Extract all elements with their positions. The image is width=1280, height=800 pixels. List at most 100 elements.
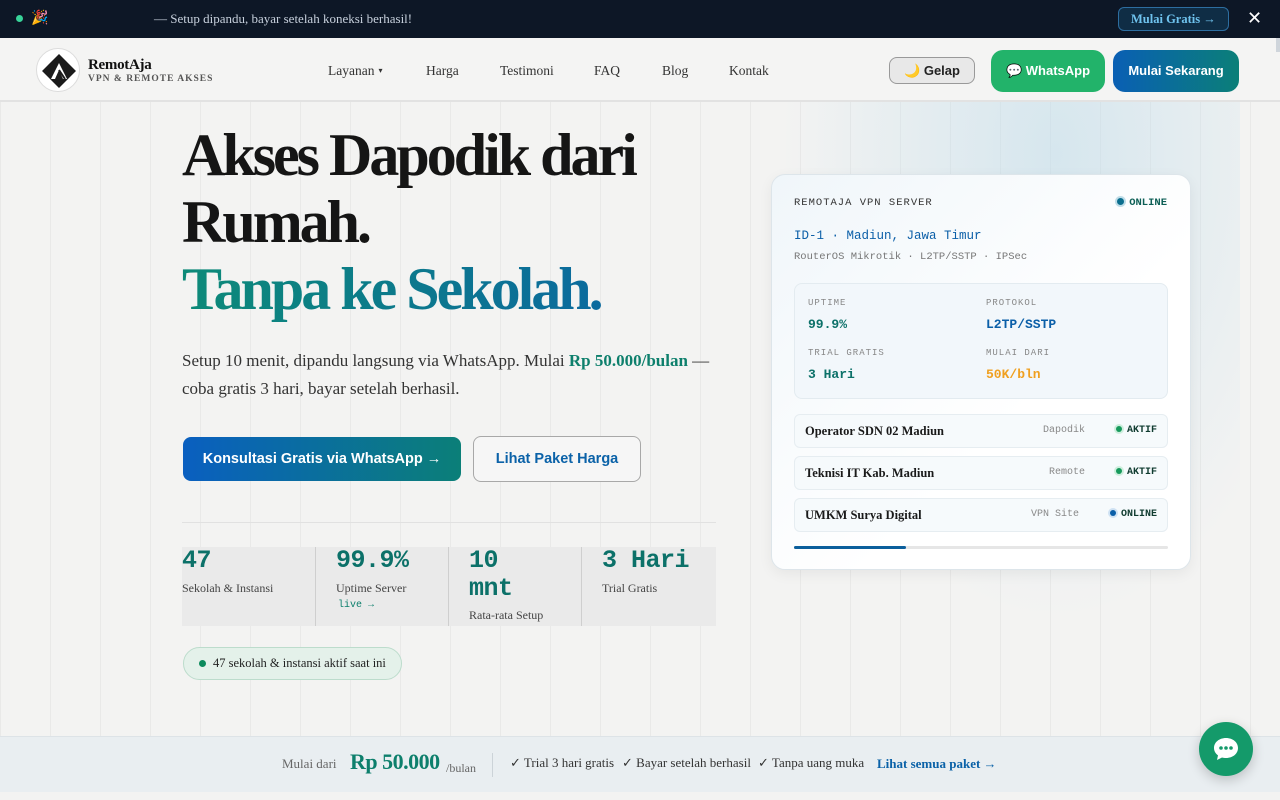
brand-tagline: VPN & REMOTE AKSES xyxy=(88,74,214,84)
stat-label: Rata-rata Setup xyxy=(469,608,544,622)
metric-key: TRIAL GRATIS xyxy=(808,348,885,358)
pricing-from-label: Mulai dari xyxy=(282,756,337,771)
server-spec: RouterOS Mikrotik · L2TP/SSTP · IPSec xyxy=(794,251,1028,263)
client-name: Teknisi IT Kab. Madiun xyxy=(805,466,935,480)
nav-item-harga[interactable]: Harga xyxy=(426,63,459,79)
hero-subtitle: Setup 10 menit, dipandu langsung via Wha… xyxy=(182,347,722,403)
metric-value: 99.9% xyxy=(808,317,848,332)
view-pricing-button[interactable]: Lihat Paket Harga xyxy=(473,436,641,482)
nav-item-layanan[interactable]: Layanan ▾ xyxy=(328,63,383,79)
stat-value: 10 mnt xyxy=(469,546,513,603)
client-status-text: AKTIF xyxy=(1126,425,1157,436)
divider xyxy=(492,753,493,777)
nav-item-testimoni[interactable]: Testimoni xyxy=(500,63,554,79)
pricing-feature: ✓ Tanpa uang muka xyxy=(758,755,865,770)
stat-trial: 3 Hari Trial Gratis xyxy=(581,547,716,626)
card-title: REMOTAJA VPN SERVER xyxy=(794,197,933,209)
metric-value: 50K/bln xyxy=(986,367,1041,382)
server-location: ID-1 · Madiun, Jawa Timur xyxy=(794,229,982,243)
client-status: AKTIF xyxy=(1115,467,1157,478)
status-dot-icon xyxy=(1109,510,1116,516)
chevron-down-icon: ▾ xyxy=(378,66,383,75)
status-dot-icon xyxy=(1117,198,1125,205)
hero-title-line2: Rumah. xyxy=(182,189,372,255)
divider xyxy=(182,522,716,523)
party-icon: 🎉 xyxy=(31,11,49,26)
client-status-text: AKTIF xyxy=(1126,467,1157,478)
stat-label: Trial Gratis xyxy=(602,581,658,595)
progress-bar xyxy=(794,546,1168,549)
metric-protocol: PROTOKOL L2TP/SSTP xyxy=(986,298,1056,332)
metric-key: PROTOKOL xyxy=(986,298,1038,308)
server-metrics: UPTIME 99.9% PROTOKOL L2TP/SSTP TRIAL GR… xyxy=(794,283,1168,399)
stats-row: 47 Sekolah & Instansi 99.9% Uptime Serve… xyxy=(182,547,716,626)
client-type: VPN Site xyxy=(1030,509,1079,520)
metric-key: MULAI DARI xyxy=(986,348,1051,358)
status-dot-icon xyxy=(1115,468,1122,474)
pricing-feature: ✓ Trial 3 hari gratis xyxy=(510,755,615,770)
whatsapp-consult-button[interactable]: Konsultasi Gratis via WhatsApp → xyxy=(183,437,461,481)
hero-title: Akses Dapodik dari Rumah. Tanpa ke Sekol… xyxy=(182,122,742,323)
client-name: UMKM Surya Digital xyxy=(805,508,922,522)
stat-schools: 47 Sekolah & Instansi xyxy=(182,547,315,626)
server-status-badge: ONLINE xyxy=(1117,197,1167,209)
metric-trial: TRIAL GRATIS 3 Hari xyxy=(808,348,885,382)
active-clients-badge: 47 sekolah & instansi aktif saat ini xyxy=(183,647,402,680)
all-packages-link[interactable]: Lihat semua paket → xyxy=(877,756,997,772)
hero-title-line1: Akses Dapodik dari xyxy=(182,122,638,188)
client-status-text: ONLINE xyxy=(1120,509,1157,520)
nav-item-blog[interactable]: Blog xyxy=(662,63,688,79)
client-name: Operator SDN 02 Madiun xyxy=(805,424,945,438)
stat-value: 47 xyxy=(182,546,212,575)
close-icon[interactable]: ✕ xyxy=(1247,8,1262,29)
metric-uptime: UPTIME 99.9% xyxy=(808,298,847,332)
navbar: RemotAja VPN & REMOTE AKSES Layanan ▾ Har… xyxy=(0,38,1280,102)
status-dot-icon xyxy=(199,660,206,667)
whatsapp-button[interactable]: 💬 WhatsApp xyxy=(991,50,1105,92)
metric-value: 3 Hari xyxy=(808,367,855,382)
status-text: ONLINE xyxy=(1129,197,1167,209)
live-dot-icon xyxy=(16,15,23,22)
stat-label: Uptime Server xyxy=(336,581,407,595)
metric-key: UPTIME xyxy=(808,298,847,308)
pricing-bar: Mulai dari Rp 50.000 /bulan ✓ Trial 3 ha… xyxy=(0,736,1280,792)
client-status: ONLINE xyxy=(1109,509,1157,520)
metric-value: L2TP/SSTP xyxy=(986,317,1057,332)
status-dot-icon xyxy=(1115,426,1122,432)
chat-bubble-icon[interactable] xyxy=(1199,722,1253,776)
server-status-card: REMOTAJA VPN SERVER ONLINE ID-1 · Madiun… xyxy=(771,174,1191,570)
client-status: AKTIF xyxy=(1115,425,1157,436)
metric-price: MULAI DARI 50K/bln xyxy=(986,348,1050,382)
stat-value: 99.9% xyxy=(336,546,409,575)
brand-name[interactable]: RemotAja xyxy=(88,57,152,74)
stat-value: 3 Hari xyxy=(602,546,690,575)
pricing-unit: /bulan xyxy=(446,761,476,775)
announcement-cta-button[interactable]: Mulai Gratis → xyxy=(1118,7,1229,31)
page-bottom xyxy=(0,792,1280,800)
start-now-button[interactable]: Mulai Sekarang xyxy=(1113,50,1239,92)
client-type: Dapodik xyxy=(1042,425,1085,436)
remotaja-logo-icon[interactable] xyxy=(36,48,80,92)
hero-title-accent: Tanpa ke Sekolah. xyxy=(182,256,604,322)
hero-subtitle-pre: Setup 10 menit, dipandu langsung via Wha… xyxy=(182,351,569,370)
nav-item-label: Layanan xyxy=(328,63,375,78)
hero-price: Rp 50.000/bulan xyxy=(568,351,688,370)
nav-item-kontak[interactable]: Kontak xyxy=(729,63,769,79)
active-clients-text: 47 sekolah & instansi aktif saat ini xyxy=(213,656,386,670)
stat-setup-time: 10 mnt Rata-rata Setup xyxy=(448,547,581,626)
announcement-bar: 🎉 — Setup dipandu, bayar setelah koneksi… xyxy=(0,0,1280,38)
stat-uptime: 99.9% Uptime Server live → xyxy=(315,547,448,626)
pricing-feature: ✓ Bayar setelah berhasil xyxy=(622,755,751,770)
live-status-link[interactable]: live → xyxy=(338,600,448,611)
pricing-price: Rp 50.000 xyxy=(350,749,440,774)
client-row: Teknisi IT Kab. Madiun Remote AKTIF xyxy=(794,456,1168,490)
progress-fill xyxy=(794,546,907,549)
announcement-message: — Setup dipandu, bayar setelah koneksi b… xyxy=(154,11,413,26)
scrollbar-thumb[interactable] xyxy=(1276,38,1280,52)
client-row: UMKM Surya Digital VPN Site ONLINE xyxy=(794,498,1168,532)
client-row: Operator SDN 02 Madiun Dapodik AKTIF xyxy=(794,414,1168,448)
stat-label: Sekolah & Instansi xyxy=(182,581,274,595)
nav-item-faq[interactable]: FAQ xyxy=(594,63,620,79)
theme-toggle-button[interactable]: 🌙 Gelap xyxy=(889,57,975,84)
client-type: Remote xyxy=(1048,467,1085,478)
